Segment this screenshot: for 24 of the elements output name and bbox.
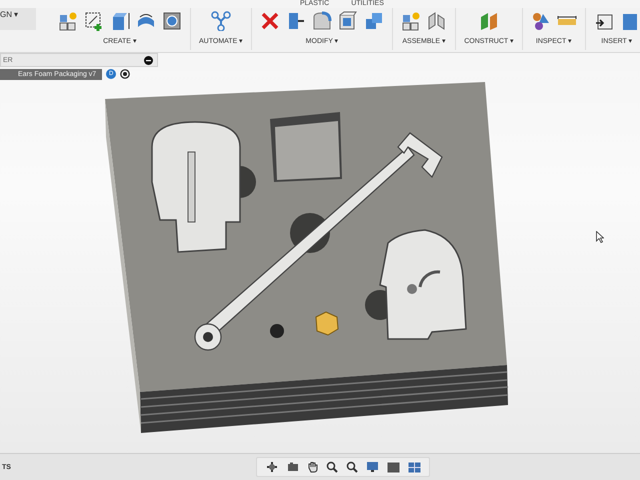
delete-icon[interactable] [260,11,280,31]
viewports-icon[interactable] [408,462,421,472]
zoom-window-icon[interactable] [346,461,358,473]
measure-shapes-icon[interactable] [530,11,551,31]
extrude-icon[interactable] [110,11,130,31]
camera-icon[interactable] [287,462,299,472]
cursor-icon [596,231,604,243]
joint-icon[interactable] [401,11,422,31]
sketch-icon[interactable] [84,11,104,31]
combine-icon[interactable] [364,11,384,31]
collapse-icon[interactable] [144,56,153,64]
display-icon[interactable] [366,461,379,473]
automate-icon[interactable] [211,11,232,31]
zoom-icon[interactable] [326,461,338,473]
hand-icon[interactable] [307,461,318,473]
radio-icon[interactable] [120,69,130,79]
plane-icon[interactable] [479,11,500,31]
orbit-icon[interactable] [265,461,279,473]
workspace-menu[interactable]: GN ▾ [0,8,36,30]
component-icon[interactable] [58,11,78,31]
hole-icon[interactable] [162,11,182,31]
shell-icon[interactable] [338,11,358,31]
press-pull-icon[interactable] [286,11,306,31]
fillet-icon[interactable] [312,11,332,31]
